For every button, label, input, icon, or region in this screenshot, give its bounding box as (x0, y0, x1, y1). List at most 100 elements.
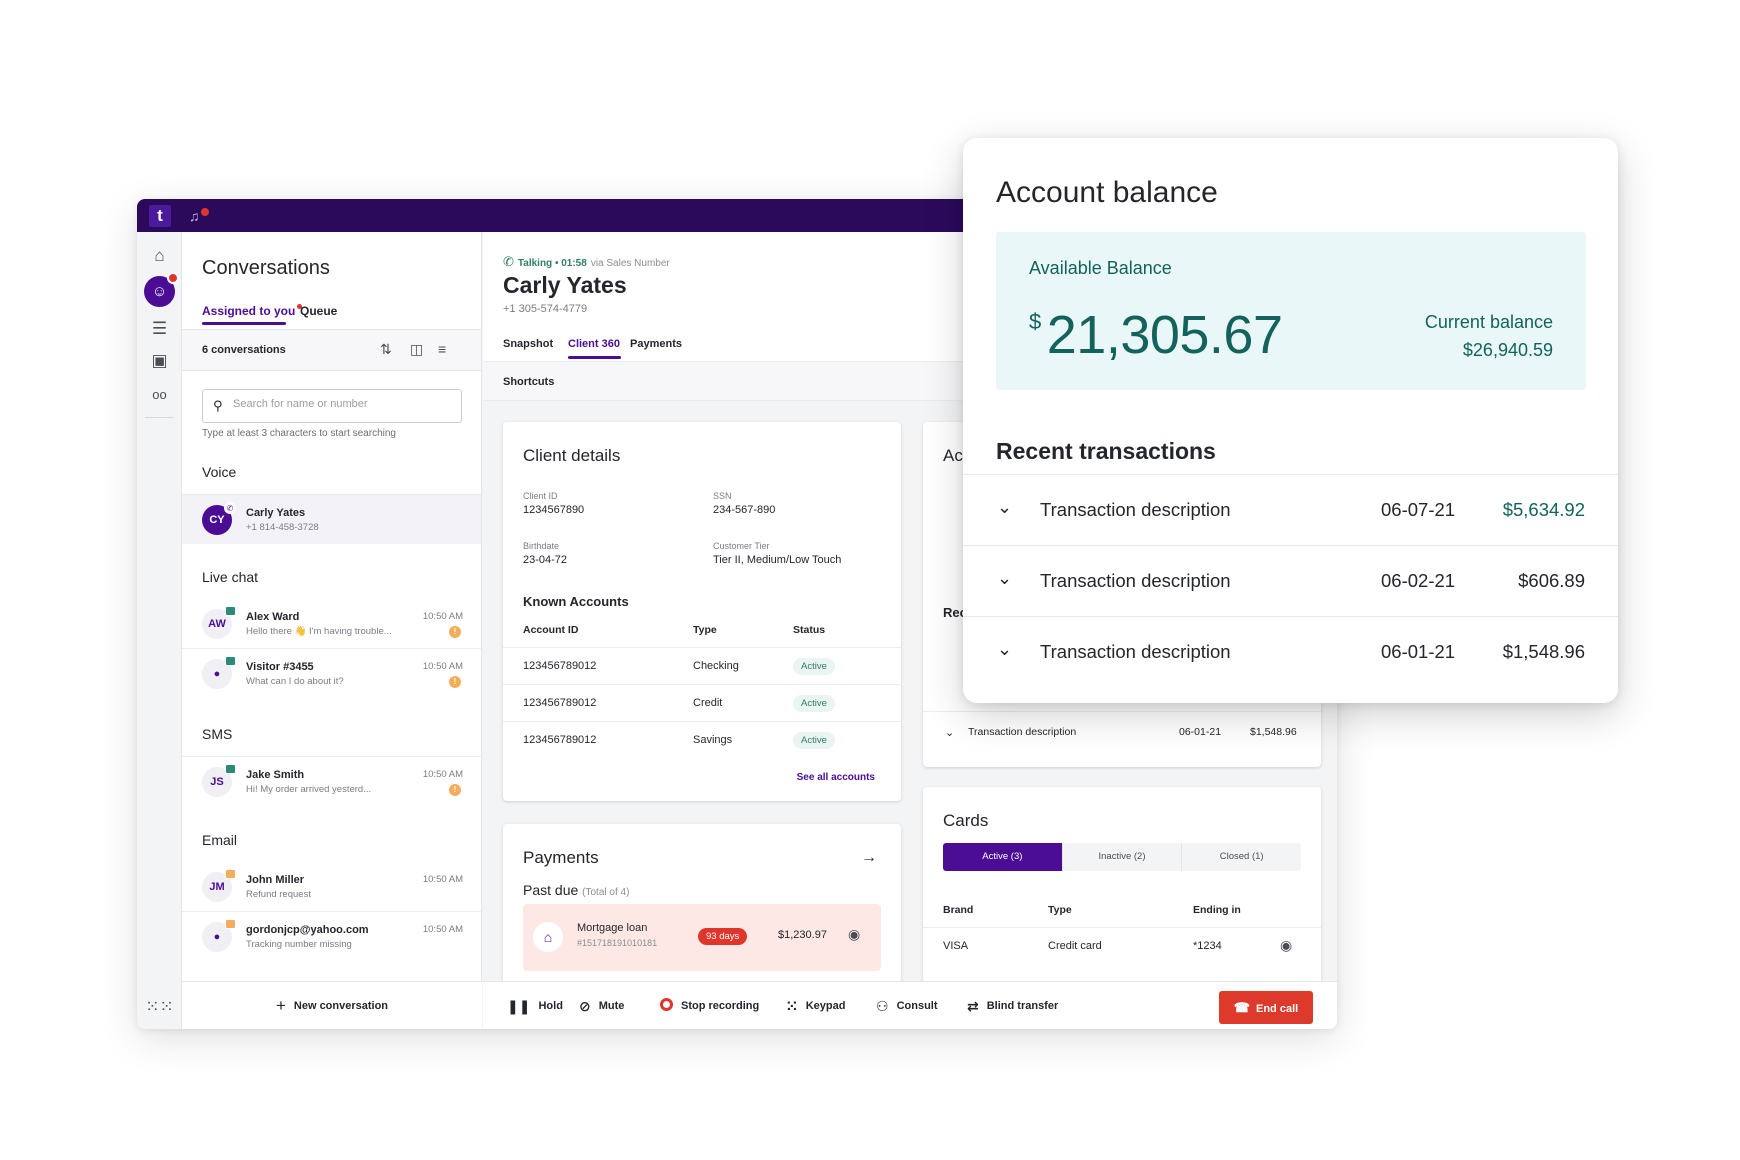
past-due-item[interactable]: ⌂ Mortgage loan #151718191010181 93 days… (523, 904, 881, 971)
conversation-time: 10:50 AM (422, 661, 463, 672)
see-all-accounts-link[interactable]: See all accounts (797, 772, 875, 783)
rail-divider (145, 417, 174, 418)
search-input[interactable] (233, 398, 453, 410)
avatar: AW (202, 606, 236, 639)
account-type: Credit (693, 697, 723, 709)
filter-closed[interactable]: Closed (1) (1182, 843, 1301, 871)
account-balance-card: Account balance Available Balance $21,30… (963, 138, 1618, 703)
tab-client-360[interactable]: Client 360 (568, 338, 620, 350)
search-field[interactable]: ⚲ (202, 389, 462, 423)
new-conversation-button[interactable]: + New conversation (182, 981, 482, 1029)
transaction-date: 06-01-21 (1381, 641, 1456, 662)
filter-active[interactable]: Active (3) (943, 843, 1063, 871)
section-email: Email (202, 832, 238, 848)
contacts-icon[interactable]: ▣ (137, 350, 182, 372)
transaction-description: Transaction description (968, 726, 1077, 738)
field-label: SSN (713, 491, 732, 501)
amount-value: 21,305.67 (1046, 305, 1283, 365)
stop-recording-button[interactable]: Stop recording (660, 998, 759, 1012)
end-call-button[interactable]: ☎ End call (1219, 991, 1313, 1024)
field-value: Tier II, Medium/Low Touch (713, 554, 842, 566)
conversation-time: 10:50 AM (422, 874, 463, 885)
avatar-initials: JM (209, 881, 225, 893)
conversation-item[interactable]: JS Jake Smith Hi! My order arrived yeste… (182, 756, 481, 806)
transaction-date: 06-02-21 (1381, 570, 1456, 591)
conversation-name: John Miller (246, 874, 305, 886)
conversation-item[interactable]: ● Visitor #3455 What can I do about it? … (182, 649, 481, 699)
blind-transfer-button[interactable]: ⇄ Blind transfer (967, 998, 1058, 1015)
table-row[interactable]: 123456789012 Credit Active (503, 684, 901, 721)
home-icon[interactable]: ⌂ (137, 245, 182, 267)
filter-icon[interactable]: ≡ (438, 341, 446, 357)
tab-payments[interactable]: Payments (630, 338, 682, 350)
status-badge: Active (793, 658, 835, 675)
tab-queue[interactable]: Queue (300, 304, 337, 318)
chat-icon (225, 656, 236, 666)
conversation-subtitle: +1 814-458-3728 (246, 522, 319, 533)
mute-button[interactable]: ⊘ Mute (579, 998, 624, 1015)
client-name: Carly Yates (503, 272, 627, 298)
bell-icon[interactable]: ♫ (189, 206, 209, 226)
conversation-item[interactable]: JM John Miller Refund request 10:50 AM (182, 862, 481, 912)
tab-assigned-to-you[interactable]: Assigned to you (202, 304, 303, 318)
eye-icon[interactable]: ◉ (848, 926, 860, 943)
chevron-down-icon[interactable]: ⌄ (997, 497, 1012, 518)
active-tab-indicator (202, 322, 286, 325)
arrow-right-icon[interactable]: → (861, 849, 877, 867)
via-line: via Sales Number (590, 258, 670, 269)
loan-amount: $1,230.97 (778, 929, 827, 941)
transaction-row[interactable]: ⌄ Transaction description 06-07-21 $5,63… (963, 474, 1618, 545)
mic-off-icon: ⊘ (579, 998, 591, 1014)
search-icon: ⚲ (213, 398, 223, 413)
activity-list-icon[interactable]: ☰ (137, 318, 182, 340)
conversation-name: gordonjcp@yahoo.com (246, 924, 369, 936)
transaction-row[interactable]: ⌄ Transaction description 06-01-21 $1,54… (923, 711, 1321, 756)
current-balance-label: Current balance (1424, 312, 1553, 332)
chevron-down-icon[interactable]: ⌄ (997, 639, 1012, 660)
transaction-amount: $606.89 (1518, 570, 1585, 591)
account-type: Savings (693, 734, 733, 746)
field-label: Birthdate (523, 541, 560, 551)
avatar-initials: AW (208, 618, 226, 630)
conversations-icon[interactable]: ☺ (144, 272, 179, 307)
consult-button[interactable]: ⚇ Consult (876, 998, 938, 1015)
tab-snapshot[interactable]: Snapshot (503, 338, 553, 350)
transaction-date: 06-01-21 (1179, 726, 1222, 738)
phone-icon: ✆ (224, 502, 236, 514)
table-row[interactable]: 123456789012 Savings Active (503, 721, 901, 758)
card-ending: *1234 (1193, 940, 1222, 952)
apps-grid-icon[interactable]: ⁙⁙ (137, 997, 182, 1017)
balance-summary: Available Balance $21,305.67 Current bal… (996, 232, 1586, 390)
select-icon[interactable]: ◫ (410, 341, 423, 358)
keypad-button[interactable]: ⁙ Keypad (786, 998, 845, 1015)
conversation-subtitle: Tracking number missing (246, 939, 352, 950)
field-label: Client ID (523, 491, 558, 501)
client-phone: +1 305-574-4779 (503, 303, 588, 315)
tab-label: Assigned to you (202, 304, 296, 318)
conversation-time: 10:50 AM (422, 924, 463, 935)
field-value: 234-567-890 (713, 504, 776, 516)
voicemail-icon[interactable]: oo (137, 384, 182, 406)
days-overdue-badge: 93 days (698, 928, 748, 945)
table-row[interactable]: VISA Credit card *1234 ◉ (923, 927, 1321, 964)
transaction-row[interactable]: ⌄ Transaction description 06-01-21 $1,54… (963, 616, 1618, 687)
filter-inactive[interactable]: Inactive (2) (1063, 843, 1183, 871)
field-value: 1234567890 (523, 504, 585, 516)
hold-button[interactable]: ❚❚ Hold (507, 998, 563, 1015)
conversation-item[interactable]: AW Alex Ward Hello there 👋 I'm having tr… (182, 599, 481, 649)
table-row[interactable]: 123456789012 Checking Active (503, 647, 901, 684)
chevron-down-icon[interactable]: ⌄ (997, 568, 1012, 589)
client-details-card: Client details Client ID 1234567890 SSN … (503, 422, 901, 801)
conversation-subtitle: Refund request (246, 889, 311, 900)
sort-icon[interactable]: ⇅ (380, 341, 392, 358)
eye-icon[interactable]: ◉ (1280, 937, 1292, 954)
talking-timer: Talking • 01:58 (517, 258, 587, 269)
conversation-item[interactable]: ● gordonjcp@yahoo.com Tracking number mi… (182, 912, 481, 962)
transaction-row[interactable]: ⌄ Transaction description 06-02-21 $606.… (963, 545, 1618, 616)
conversation-item[interactable]: CY ✆ Carly Yates +1 814-458-3728 (182, 494, 481, 544)
shortcuts-label[interactable]: Shortcuts (503, 376, 554, 388)
field-label: Customer Tier (713, 541, 770, 551)
transaction-description: Transaction description (1040, 641, 1231, 662)
email-icon (225, 919, 236, 929)
card-title: Payments (523, 848, 599, 867)
